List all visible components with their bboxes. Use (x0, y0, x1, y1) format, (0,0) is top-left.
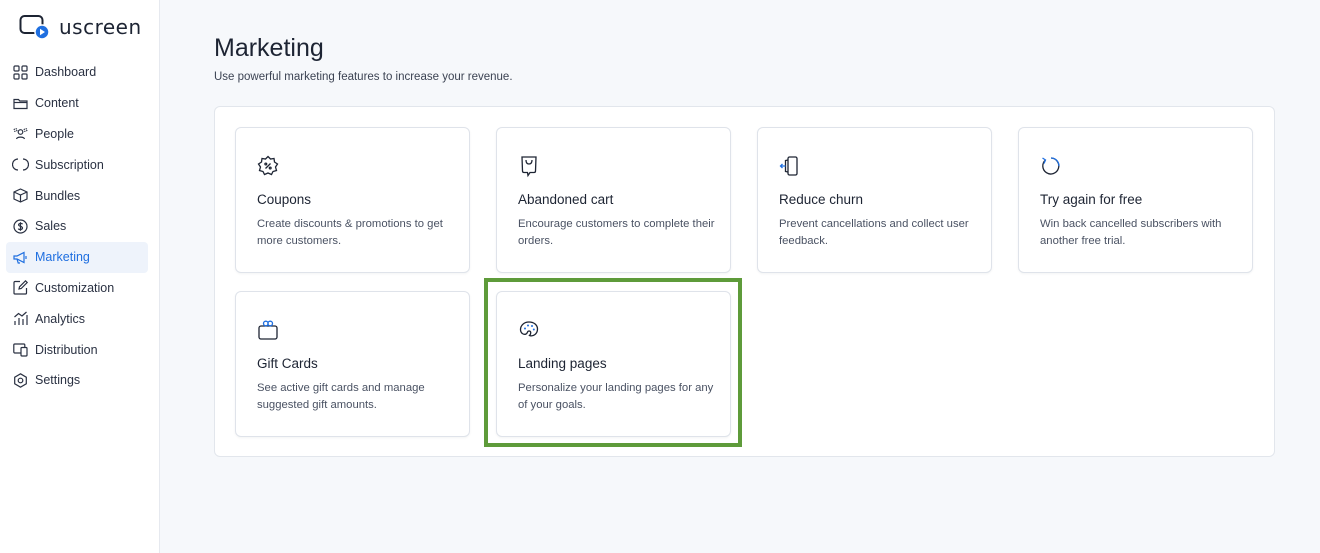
coupon-percent-icon (257, 155, 279, 176)
sidebar-item-label: Settings (35, 373, 81, 388)
megaphone-icon (13, 251, 27, 264)
sidebar-item-label: Customization (35, 280, 115, 295)
shopping-bag-icon (521, 156, 537, 178)
dollar-circle-icon (13, 219, 28, 234)
sidebar-item-analytics[interactable]: Analytics (6, 303, 148, 334)
gift-icon (258, 320, 278, 340)
card-description: Prevent cancellations and collect user f… (779, 218, 969, 247)
feature-card-landing-pages[interactable]: Landing pages Personalize your landing p… (496, 291, 731, 437)
sidebar-item-subscription[interactable]: Subscription (6, 149, 148, 180)
sidebar: uscreen Dashboard Content People Subscri… (0, 0, 160, 553)
people-icon (13, 128, 28, 140)
sidebar-item-distribution[interactable]: Distribution (6, 334, 148, 365)
sidebar-item-people[interactable]: People (6, 119, 148, 150)
feature-card-gift-cards[interactable]: Gift Cards See active gift cards and man… (235, 291, 470, 437)
sidebar-item-dashboard[interactable]: Dashboard (6, 57, 148, 88)
feature-card-reduce-churn[interactable]: Reduce churn Prevent cancellations and c… (757, 127, 992, 273)
retry-cycle-icon (1042, 157, 1060, 175)
card-description: Win back cancelled subscribers with anot… (1040, 218, 1222, 247)
feature-card-try-again-free[interactable]: Try again for free Win back cancelled su… (1018, 127, 1253, 273)
sidebar-item-label: Content (35, 96, 79, 111)
feature-card-coupons[interactable]: Coupons Create discounts & promotions to… (235, 127, 470, 273)
sidebar-item-label: Analytics (35, 311, 86, 326)
sidebar-item-label: Distribution (35, 342, 98, 357)
sidebar-item-label: Dashboard (35, 65, 97, 80)
uscreen-logo[interactable]: uscreen (19, 14, 142, 40)
sidebar-nav: Dashboard Content People Subscription Bu… (6, 57, 148, 396)
settings-gear-icon (14, 372, 27, 388)
page-subtitle: Use powerful marketing features to incre… (214, 71, 513, 83)
sidebar-item-label: Marketing (35, 250, 90, 265)
sidebar-item-content[interactable]: Content (6, 88, 148, 119)
card-description: Personalize your landing pages for any o… (518, 382, 714, 411)
logo-text: uscreen (59, 15, 142, 39)
palette-icon (519, 321, 539, 337)
card-description: Create discounts & promotions to get mor… (257, 218, 443, 247)
card-description: See active gift cards and manage suggest… (257, 382, 425, 411)
subscription-cycle-icon (12, 158, 29, 171)
folder-icon (13, 98, 28, 109)
sidebar-item-label: People (35, 126, 74, 141)
sidebar-item-settings[interactable]: Settings (6, 365, 148, 396)
page-title: Marketing (214, 34, 324, 62)
feature-card-abandoned-cart[interactable]: Abandoned cart Encourage customers to co… (496, 127, 731, 273)
exit-door-icon (779, 156, 798, 176)
sidebar-item-label: Sales (35, 219, 67, 234)
card-title: Landing pages (518, 356, 607, 371)
bundle-box-icon (13, 188, 28, 203)
sidebar-item-customization[interactable]: Customization (6, 273, 148, 304)
card-title: Reduce churn (779, 192, 864, 207)
card-title: Coupons (257, 192, 312, 207)
card-description: Encourage customers to complete their or… (518, 218, 715, 247)
edit-square-icon (13, 280, 29, 296)
dashboard-grid-icon (13, 65, 28, 80)
sidebar-item-marketing[interactable]: Marketing (6, 241, 148, 273)
sidebar-item-bundles[interactable]: Bundles (6, 180, 148, 211)
analytics-bars-icon (14, 311, 28, 326)
sidebar-item-label: Subscription (35, 157, 104, 172)
card-title: Abandoned cart (518, 192, 614, 207)
sidebar-item-sales[interactable]: Sales (6, 211, 148, 242)
distribution-devices-icon (13, 343, 28, 357)
marketing-features-panel: Coupons Create discounts & promotions to… (214, 106, 1275, 457)
card-title: Gift Cards (257, 356, 318, 371)
uscreen-logo-icon (19, 15, 50, 40)
sidebar-item-label: Bundles (35, 188, 81, 203)
card-title: Try again for free (1040, 192, 1143, 207)
